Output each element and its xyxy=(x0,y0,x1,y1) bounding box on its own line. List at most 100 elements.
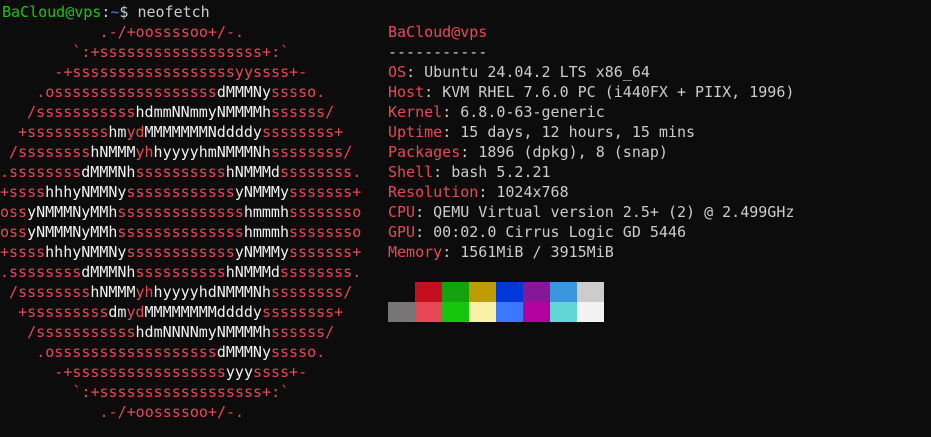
info-key: OS xyxy=(388,63,407,81)
info-key: Memory xyxy=(388,243,443,261)
ascii-segment: yyy xyxy=(225,363,253,381)
prompt-line: BaCloud@vps:~$ neofetch xyxy=(2,2,210,22)
info-row-resolution: Resolution: 1024x768 xyxy=(388,182,569,202)
info-value: 1896 (dpkg), 8 (snap) xyxy=(478,143,668,161)
ascii-segment: .ssssssss xyxy=(0,163,82,181)
ascii-segment: ssss+- xyxy=(252,363,308,381)
info-row-kernel: Kernel: 6.8.0-63-generic xyxy=(388,102,605,122)
ascii-line: .-/+oossssoo+/-. xyxy=(100,402,245,422)
terminal-window[interactable]: BaCloud@vps:~$ neofetch .-/+oossssoo+/-.… xyxy=(0,0,931,437)
ascii-segment: sssssss+ xyxy=(289,243,362,261)
info-colon: : xyxy=(415,223,434,241)
ascii-segment: .-/+oossssoo+/-. xyxy=(99,23,245,41)
info-key: CPU xyxy=(388,203,416,221)
ascii-segment: dMMMNy xyxy=(216,343,271,361)
ascii-segment: ssssssssss xyxy=(135,263,226,281)
info-value: KVM RHEL 7.6.0 PC (i440FX + PIIX, 1996) xyxy=(442,83,795,101)
info-value: Ubuntu 24.04.2 LTS x86_64 xyxy=(424,63,650,81)
ascii-line: .ssssssssdMMMNhsssssssssshNMMMdssssssss. xyxy=(0,162,361,182)
ascii-segment: yNMMMy xyxy=(234,243,289,261)
info-key: Uptime xyxy=(388,123,443,141)
ascii-segment: hNMMMd xyxy=(225,163,280,181)
ascii-segment: hdmNNNNmyNMMMMh xyxy=(135,323,271,341)
ascii-segment: /ssssssss xyxy=(9,283,91,301)
info-colon: : xyxy=(406,63,425,81)
swatch-normal-7 xyxy=(577,282,604,302)
ascii-segment: hhhyNMMNy xyxy=(45,183,127,201)
ascii-segment: ssssssssssssss xyxy=(117,223,244,241)
info-key: Resolution xyxy=(388,183,479,201)
prompt-command: neofetch xyxy=(137,3,210,21)
ascii-segment: +sssssssss xyxy=(18,123,109,141)
swatch-normal-5 xyxy=(523,282,550,302)
info-colon: : xyxy=(433,163,452,181)
ascii-line: -+ssssssssssssssssssyyssss+- xyxy=(54,62,307,82)
info-key: Host xyxy=(388,83,425,101)
ascii-segment: +sssssssss xyxy=(18,303,109,321)
info-colon: : xyxy=(424,83,443,101)
palette-normal-row xyxy=(388,282,604,302)
swatch-normal-2 xyxy=(442,282,469,302)
ascii-line: `:+ssssssssssssssssss+:` xyxy=(72,382,289,402)
ascii-line: +sssshhhyNMMNyssssssssssssyNMMMysssssss+ xyxy=(0,182,361,202)
ascii-segment: +ssss xyxy=(0,183,46,201)
info-key: Shell xyxy=(388,163,434,181)
ascii-segment: /ssssssss xyxy=(9,143,91,161)
ascii-line: .ossssssssssssssssssdMMMNysssso. xyxy=(36,342,325,362)
info-value: 00:02.0 Cirrus Logic GD 5446 xyxy=(433,223,687,241)
ascii-line: -+sssssssssssssssssyyyssss+- xyxy=(54,362,307,382)
ascii-segment: ssssssss/ xyxy=(270,283,353,301)
swatch-bright-0 xyxy=(388,302,415,322)
ascii-segment: dm xyxy=(108,303,127,321)
ascii-segment: -+sssssssssssssssss xyxy=(54,363,226,381)
ascii-segment: .ossssssssssssssssss xyxy=(36,343,217,361)
swatch-bright-3 xyxy=(469,302,496,322)
ascii-line: /sssssssshNMMMyhhyyyyhmNMMMNhssssssss/ xyxy=(9,142,352,162)
ascii-segment: yNMMMNyMMh xyxy=(27,223,118,241)
ascii-line: .-/+oossssoo+/-. xyxy=(100,22,245,42)
ascii-line: /ssssssssssshdmmNNmmyNMMMMhssssss/ xyxy=(27,102,334,122)
ascii-line: /ssssssssssshdmNNNNmyNMMMMhssssss/ xyxy=(27,322,334,342)
swatch-bright-7 xyxy=(577,302,604,322)
ascii-segment: sssso. xyxy=(271,83,326,101)
ascii-segment: hmmmh xyxy=(243,223,289,241)
ascii-segment: yh xyxy=(135,143,154,161)
ascii-segment: hm xyxy=(108,123,127,141)
info-value: QEMU Virtual version 2.5+ (2) @ 2.499GHz xyxy=(433,203,795,221)
ascii-line: +ssssssssshmydMMMMMMMNddddyssssssss+ xyxy=(18,122,343,142)
ascii-segment: /sssssssssss xyxy=(27,103,136,121)
ascii-segment: dMMMNh xyxy=(81,263,136,281)
ascii-segment: ssssssss. xyxy=(279,263,362,281)
info-colon: : xyxy=(478,183,497,201)
swatch-normal-3 xyxy=(469,282,496,302)
info-colon: : xyxy=(442,103,461,121)
ascii-segment: hNMMMd xyxy=(225,263,280,281)
ascii-segment: ssssssso xyxy=(289,203,362,221)
ascii-segment: ssssssssssss xyxy=(126,243,235,261)
ascii-segment: oss xyxy=(0,203,28,221)
info-row-packages: Packages: 1896 (dpkg), 8 (snap) xyxy=(388,142,668,162)
ascii-segment: `:+ssssssssssssssssss+:` xyxy=(72,43,290,61)
info-colon: : xyxy=(415,203,434,221)
ascii-segment: yd xyxy=(126,303,145,321)
ascii-line: .ossssssssssssssssssdMMMNysssso. xyxy=(36,82,325,102)
ascii-segment: hhhyNMMNy xyxy=(45,243,127,261)
swatch-normal-0 xyxy=(388,282,415,302)
ascii-segment: oss xyxy=(0,223,28,241)
swatch-bright-4 xyxy=(496,302,523,322)
ascii-segment: MMMMMMMNddddy xyxy=(144,123,262,141)
ascii-segment: .ssssssss xyxy=(0,263,82,281)
ascii-line: /sssssssshNMMMyhhyyyyhdNMMMNhssssssss/ xyxy=(9,282,352,302)
ascii-segment: hNMMM xyxy=(90,283,136,301)
swatch-bright-1 xyxy=(415,302,442,322)
info-row-memory: Memory: 1561MiB / 3915MiB xyxy=(388,242,614,262)
ascii-segment: hyyyyhmNMMMNh xyxy=(153,143,271,161)
ascii-segment: ssssssssssssss xyxy=(117,203,244,221)
info-key: Packages xyxy=(388,143,461,161)
ascii-segment: +ssss xyxy=(0,243,46,261)
ascii-segment: yNMMMNyMMh xyxy=(27,203,118,221)
ascii-segment: .-/+oossssoo+/-. xyxy=(99,403,245,421)
ascii-segment: MMMMMMMMddddy xyxy=(144,303,262,321)
swatch-bright-5 xyxy=(523,302,550,322)
ascii-segment: ssssss/ xyxy=(270,323,335,341)
